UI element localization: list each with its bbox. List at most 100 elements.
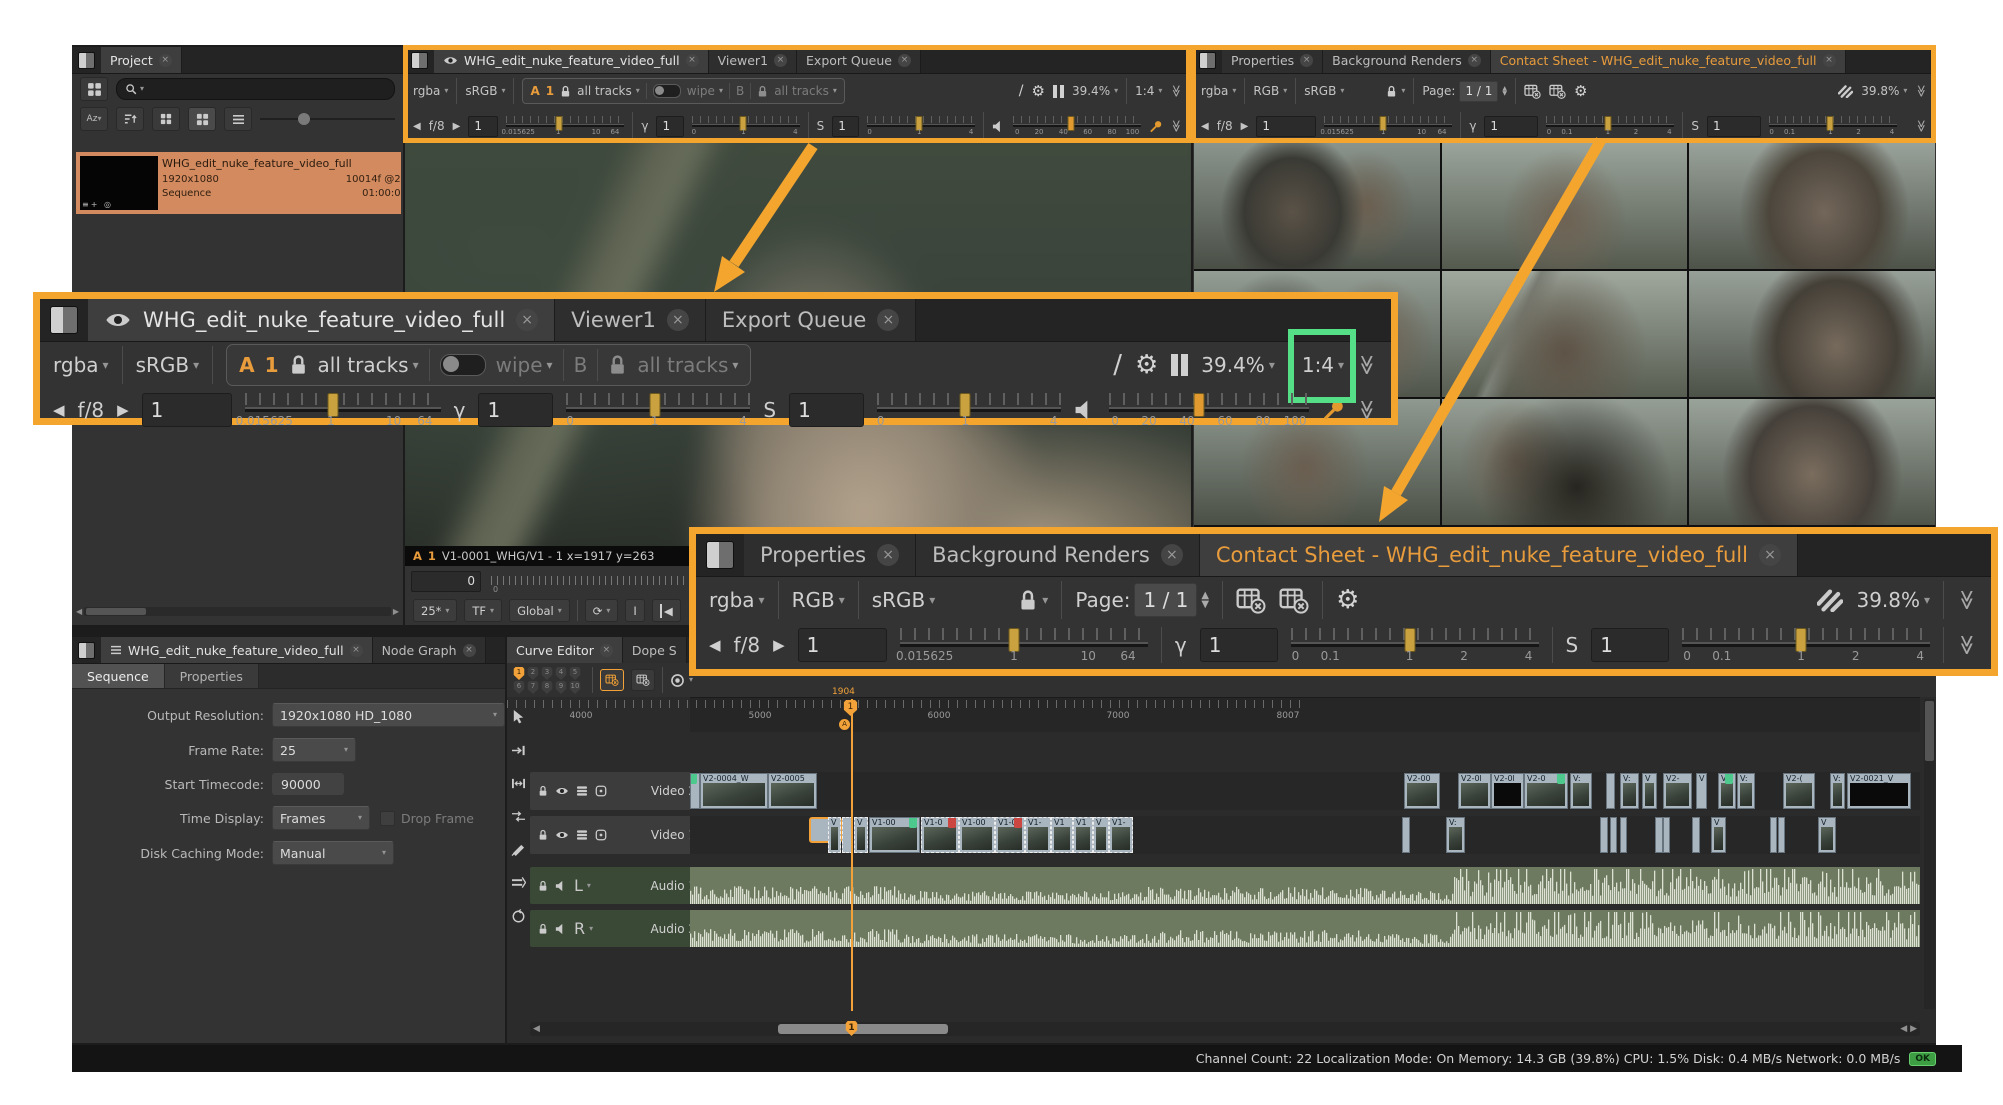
close-icon[interactable]: × xyxy=(516,309,538,331)
drop-frame-checkbox[interactable] xyxy=(380,811,395,826)
in-mark-button[interactable]: I xyxy=(625,599,644,622)
timeline-clip[interactable]: V xyxy=(828,817,841,853)
eye-icon[interactable] xyxy=(555,786,569,796)
tag-marker-5[interactable]: 5 xyxy=(569,667,581,680)
frame-rate-select[interactable]: 25▾ xyxy=(272,738,356,762)
track-header-video2[interactable]: Video 2 xyxy=(530,772,704,810)
slider-knob[interactable] xyxy=(1068,116,1075,131)
close-icon[interactable]: × xyxy=(1759,544,1781,566)
timeline-clip[interactable] xyxy=(1692,817,1700,853)
fps-dropdown[interactable]: 25*▾ xyxy=(413,599,457,622)
track-header-audio1[interactable]: L▾ Audio 1 xyxy=(530,867,704,904)
close-icon[interactable]: × xyxy=(350,644,363,657)
timeline-vertical-scrollbar[interactable] xyxy=(1924,699,1935,1009)
close-icon[interactable]: × xyxy=(877,544,899,566)
tag-marker-6[interactable]: 6 xyxy=(513,681,525,694)
gamma-slider[interactable]: 014 xyxy=(566,388,750,432)
sort-order-button[interactable] xyxy=(116,107,144,131)
saturation-slider[interactable]: 00.1124 xyxy=(1682,623,1930,667)
timeline-clip[interactable]: V xyxy=(1711,817,1726,853)
track-header-video1[interactable]: Video 1 xyxy=(530,816,704,854)
a-tracks-dropdown[interactable]: all tracks▾ xyxy=(577,84,640,98)
project-scrollbar[interactable]: ◀ ▶ xyxy=(76,606,399,617)
lock-dropdown[interactable]: ▾ xyxy=(1386,85,1405,98)
pushpin-icon[interactable] xyxy=(1149,120,1162,133)
time-display-select[interactable]: Frames▾ xyxy=(272,806,370,830)
prev-icon[interactable]: ◀ xyxy=(709,636,721,654)
retime-tool-icon[interactable] xyxy=(511,876,526,889)
tab-background-renders[interactable]: Background Renders× xyxy=(916,534,1200,576)
gear-icon[interactable]: ⚙ xyxy=(1135,352,1158,378)
chevrons-icon[interactable]: ≫ xyxy=(1170,85,1184,98)
gamma-input[interactable]: 1 xyxy=(656,116,683,137)
table-view-button[interactable] xyxy=(600,669,624,691)
track-header-audio2[interactable]: R▾ Audio 2 xyxy=(530,910,704,947)
timeline-clip[interactable]: V2-( xyxy=(1783,773,1815,809)
a-buffer-label[interactable]: A xyxy=(530,84,539,98)
timeline-clip[interactable] xyxy=(1770,817,1777,853)
timeline-clip[interactable]: V2-0l xyxy=(1458,773,1491,809)
volume-slider[interactable]: 020406080100 xyxy=(1013,113,1141,139)
timeline-clip[interactable]: V xyxy=(1093,817,1109,853)
next-icon[interactable]: ▶ xyxy=(117,401,129,419)
channels-dropdown[interactable]: rgba▾ xyxy=(709,588,765,612)
close-icon[interactable]: × xyxy=(898,54,911,67)
lock-icon[interactable] xyxy=(608,354,627,376)
clear-row-icon[interactable] xyxy=(1236,587,1266,614)
slip-tool-icon[interactable] xyxy=(511,810,526,823)
timeline-clip[interactable]: V1-0 xyxy=(921,817,959,853)
contact-sheet-thumbnail[interactable] xyxy=(1689,143,1935,269)
panel-corner-icon[interactable] xyxy=(50,306,78,334)
close-icon[interactable]: × xyxy=(1468,54,1481,67)
saturation-slider[interactable]: 014 xyxy=(877,388,1061,432)
channels-dropdown[interactable]: rgba▾ xyxy=(53,353,109,377)
clear-sheet-icon[interactable] xyxy=(1279,587,1309,614)
timeline-clip[interactable]: V1 xyxy=(1073,817,1093,853)
go-to-start-button[interactable]: ◀ xyxy=(652,599,681,622)
panel-corner-icon[interactable] xyxy=(706,541,734,569)
a-buffer-index[interactable]: 1 xyxy=(265,353,279,377)
colorspace-dropdown[interactable]: sRGB▾ xyxy=(872,588,936,612)
timeline-clip[interactable]: V1-0 xyxy=(995,817,1025,853)
audio2-waveform[interactable] xyxy=(690,910,1920,947)
timeline-clip[interactable]: V2-0021_V xyxy=(1847,773,1911,809)
range-dropdown[interactable]: Global▾ xyxy=(509,599,570,622)
saturation-input[interactable]: 1 xyxy=(789,393,864,427)
contact-sheet-thumbnail[interactable] xyxy=(1442,143,1688,269)
eye-icon[interactable] xyxy=(555,830,569,840)
timeline-clip[interactable]: V: xyxy=(1570,773,1592,809)
prev-icon[interactable]: ◀ xyxy=(413,121,421,132)
b-tracks-dropdown[interactable]: all tracks▾ xyxy=(774,84,837,98)
speaker-icon[interactable] xyxy=(555,880,567,892)
timeline-clip[interactable]: V: xyxy=(1446,817,1465,853)
lock-icon[interactable] xyxy=(538,923,548,935)
sort-alpha-button[interactable]: Az▾ xyxy=(80,107,108,131)
tab-properties[interactable]: Properties× xyxy=(744,534,916,576)
tab-contact-sheet[interactable]: Contact Sheet - WHG_edit_nuke_feature_vi… xyxy=(1491,47,1846,73)
timeline-clip[interactable]: V: xyxy=(1737,773,1755,809)
gear-icon[interactable]: ⚙ xyxy=(1336,587,1359,613)
contact-sheet-thumbnail[interactable] xyxy=(1442,399,1688,525)
contact-sheet-thumbnail[interactable] xyxy=(1194,143,1440,269)
close-icon[interactable]: × xyxy=(1300,54,1313,67)
prev-icon[interactable]: ◀ xyxy=(1201,121,1209,132)
timeline-clip[interactable]: V2-0 xyxy=(1524,773,1568,809)
thumbnail-size-slider[interactable] xyxy=(260,118,395,120)
disk-caching-select[interactable]: Manual▾ xyxy=(272,841,394,865)
gain-slider[interactable]: 0.01562511064 xyxy=(900,623,1148,667)
roll-tool-icon[interactable] xyxy=(511,909,526,924)
zoom-dropdown[interactable]: 39.4%▾ xyxy=(1201,353,1275,377)
list-view-button[interactable] xyxy=(224,107,252,131)
proxy-dropdown[interactable]: 1:4▾ xyxy=(1135,84,1162,98)
timeline-clip[interactable]: V1- xyxy=(1109,817,1133,853)
tab-viewer-sequence[interactable]: WHG_edit_nuke_feature_video_full× xyxy=(88,299,555,341)
chevrons-icon[interactable]: ≫ xyxy=(1956,635,1980,656)
scroll-left-icon[interactable]: ◀ xyxy=(530,1024,543,1034)
panel-corner-icon[interactable] xyxy=(78,52,95,69)
tag-marker-8[interactable]: 8 xyxy=(541,681,553,694)
grid-view-button[interactable] xyxy=(631,669,655,691)
channels-dropdown[interactable]: rgba▾ xyxy=(413,84,448,98)
gain-input[interactable]: 1 xyxy=(468,116,498,137)
tag-marker-7[interactable]: 7 xyxy=(527,681,539,694)
close-icon[interactable]: × xyxy=(774,54,787,67)
